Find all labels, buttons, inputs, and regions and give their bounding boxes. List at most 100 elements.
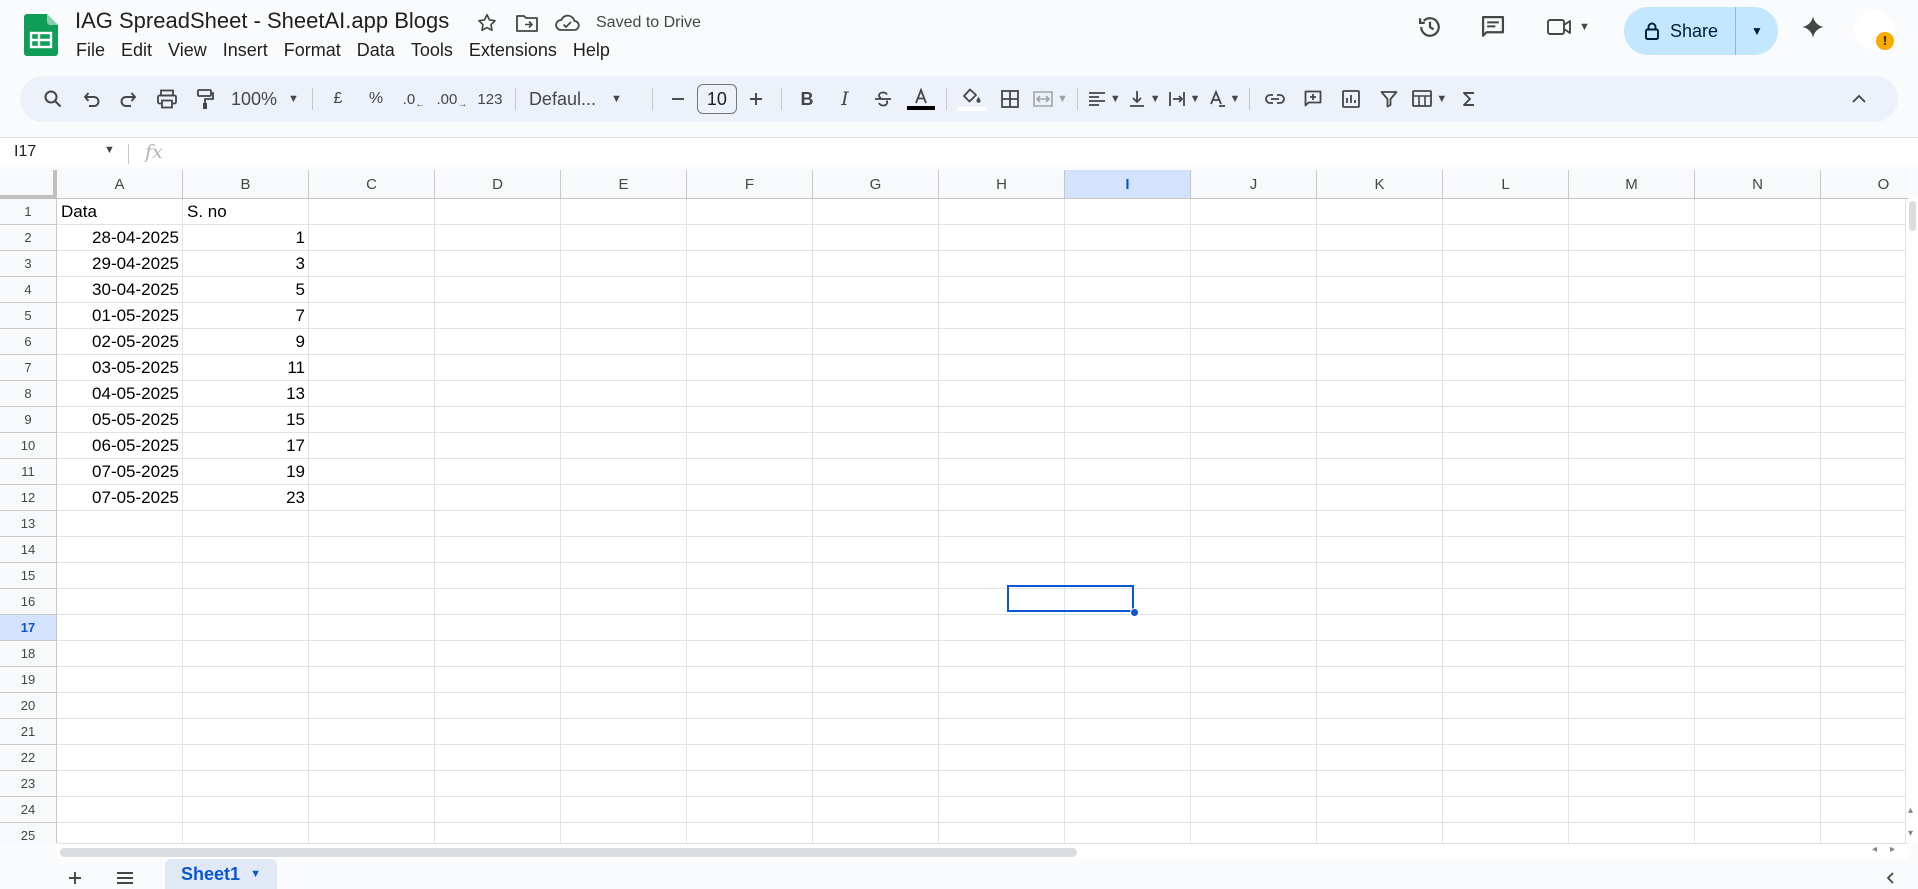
cell-a11[interactable]: 07-05-2025 — [57, 459, 183, 485]
insert-comment-icon[interactable] — [1297, 83, 1329, 115]
gemini-sparkle-icon[interactable] — [1796, 10, 1830, 44]
row-header-15[interactable]: 15 — [0, 563, 57, 589]
row-header-7[interactable]: 7 — [0, 355, 57, 381]
row-header-21[interactable]: 21 — [0, 719, 57, 745]
format-currency-button[interactable]: £ — [322, 83, 354, 115]
print-icon[interactable] — [151, 83, 183, 115]
cell-a12[interactable]: 07-05-2025 — [57, 485, 183, 511]
cell-a1[interactable]: Data — [57, 199, 183, 225]
fill-color-icon[interactable] — [956, 83, 988, 115]
column-header-c[interactable]: C — [309, 170, 435, 199]
row-header-9[interactable]: 9 — [0, 407, 57, 433]
insert-chart-icon[interactable] — [1335, 83, 1367, 115]
scroll-up-arrow-icon[interactable]: ▴ — [1908, 805, 1913, 816]
selected-cell-outline[interactable] — [1007, 585, 1134, 612]
add-sheet-icon[interactable] — [63, 867, 87, 889]
cell-b11[interactable]: 19 — [183, 459, 309, 485]
merge-cells-icon[interactable]: ▼ — [1032, 83, 1068, 115]
text-wrapping-icon[interactable]: ▼ — [1167, 83, 1201, 115]
font-size-input[interactable]: 10 — [696, 84, 737, 114]
row-header-25[interactable]: 25 — [0, 823, 57, 843]
cell-b6[interactable]: 9 — [183, 329, 309, 355]
text-rotation-icon[interactable]: ▼ — [1207, 83, 1240, 115]
cell-b7[interactable]: 11 — [183, 355, 309, 381]
cell-b8[interactable]: 13 — [183, 381, 309, 407]
filter-icon[interactable] — [1373, 83, 1405, 115]
move-folder-icon[interactable] — [514, 10, 540, 36]
paint-format-icon[interactable] — [189, 83, 221, 115]
explore-chevron-left-icon[interactable] — [1878, 867, 1902, 889]
caret-down-icon[interactable]: ▼ — [104, 144, 115, 156]
cell-b10[interactable]: 17 — [183, 433, 309, 459]
chevron-down-icon[interactable]: ▼ — [1579, 21, 1590, 33]
scroll-left-arrow-icon[interactable]: ◂ — [1872, 844, 1877, 855]
fill-handle[interactable] — [1130, 608, 1139, 617]
menu-format[interactable]: Format — [276, 38, 349, 63]
star-icon[interactable] — [474, 10, 500, 36]
cell-a10[interactable]: 06-05-2025 — [57, 433, 183, 459]
more-formats-button[interactable]: 123 — [474, 83, 506, 115]
column-header-i[interactable]: I — [1065, 170, 1191, 199]
name-box[interactable]: I17 — [14, 143, 36, 161]
column-header-f[interactable]: F — [687, 170, 813, 199]
zoom-select[interactable]: 100% ▼ — [227, 83, 303, 115]
strikethrough-icon[interactable] — [867, 83, 899, 115]
document-title[interactable]: IAG SpreadSheet - SheetAI.app Blogs — [75, 8, 449, 34]
increase-font-size-icon[interactable] — [740, 83, 772, 115]
row-header-4[interactable]: 4 — [0, 277, 57, 303]
cell-a5[interactable]: 01-05-2025 — [57, 303, 183, 329]
vertical-scrollbar[interactable] — [1905, 199, 1918, 843]
decrease-decimal-button[interactable]: .0 ← — [398, 83, 430, 115]
row-header-1[interactable]: 1 — [0, 199, 57, 225]
font-family-select[interactable]: Defaul... ▼ — [525, 83, 643, 115]
column-header-h[interactable]: H — [939, 170, 1065, 199]
column-header-a[interactable]: A — [57, 170, 183, 199]
select-all-corner[interactable] — [0, 170, 57, 199]
cell-a4[interactable]: 30-04-2025 — [57, 277, 183, 303]
scroll-right-arrow-icon[interactable]: ▸ — [1890, 844, 1895, 855]
row-header-10[interactable]: 10 — [0, 433, 57, 459]
column-header-m[interactable]: M — [1569, 170, 1695, 199]
search-menus-icon[interactable] — [37, 83, 69, 115]
column-header-n[interactable]: N — [1695, 170, 1821, 199]
cell-b12[interactable]: 23 — [183, 485, 309, 511]
row-header-17[interactable]: 17 — [0, 615, 57, 641]
caret-down-icon[interactable]: ▼ — [250, 868, 261, 880]
comments-icon[interactable] — [1476, 10, 1510, 44]
menu-insert[interactable]: Insert — [215, 38, 276, 63]
functions-sigma-icon[interactable] — [1453, 83, 1485, 115]
row-header-13[interactable]: 13 — [0, 511, 57, 537]
row-header-12[interactable]: 12 — [0, 485, 57, 511]
share-dropdown-button[interactable]: ▼ — [1736, 24, 1778, 38]
sheets-logo-icon[interactable] — [24, 14, 58, 56]
scroll-down-arrow-icon[interactable]: ▾ — [1908, 828, 1913, 839]
menu-data[interactable]: Data — [349, 38, 403, 63]
borders-icon[interactable] — [994, 83, 1026, 115]
row-header-11[interactable]: 11 — [0, 459, 57, 485]
text-color-icon[interactable] — [905, 83, 937, 115]
decrease-font-size-icon[interactable] — [662, 83, 694, 115]
cell-b5[interactable]: 7 — [183, 303, 309, 329]
menu-view[interactable]: View — [160, 38, 215, 63]
insert-link-icon[interactable] — [1259, 83, 1291, 115]
all-sheets-menu-icon[interactable] — [113, 867, 137, 889]
bold-icon[interactable]: B — [791, 83, 823, 115]
row-header-24[interactable]: 24 — [0, 797, 57, 823]
cell-b4[interactable]: 5 — [183, 277, 309, 303]
row-header-19[interactable]: 19 — [0, 667, 57, 693]
horizontal-align-icon[interactable]: ▼ — [1087, 83, 1121, 115]
cell-b3[interactable]: 3 — [183, 251, 309, 277]
row-header-22[interactable]: 22 — [0, 745, 57, 771]
spreadsheet-grid[interactable]: ABCDEFGHIJKLMNO 1 2 3 4 5 6 7 8 9 10 11 12 13 14 15 16 1… — [0, 170, 1908, 843]
menu-tools[interactable]: Tools — [403, 38, 461, 63]
column-header-g[interactable]: G — [813, 170, 939, 199]
column-header-e[interactable]: E — [561, 170, 687, 199]
cell-a9[interactable]: 05-05-2025 — [57, 407, 183, 433]
horizontal-scrollbar[interactable] — [57, 843, 1908, 859]
column-header-o[interactable]: O — [1821, 170, 1908, 199]
warning-badge-icon[interactable]: ! — [1876, 32, 1894, 50]
format-percent-button[interactable]: % — [360, 83, 392, 115]
cell-b1[interactable]: S. no — [183, 199, 309, 225]
cell-a3[interactable]: 29-04-2025 — [57, 251, 183, 277]
undo-icon[interactable] — [75, 83, 107, 115]
